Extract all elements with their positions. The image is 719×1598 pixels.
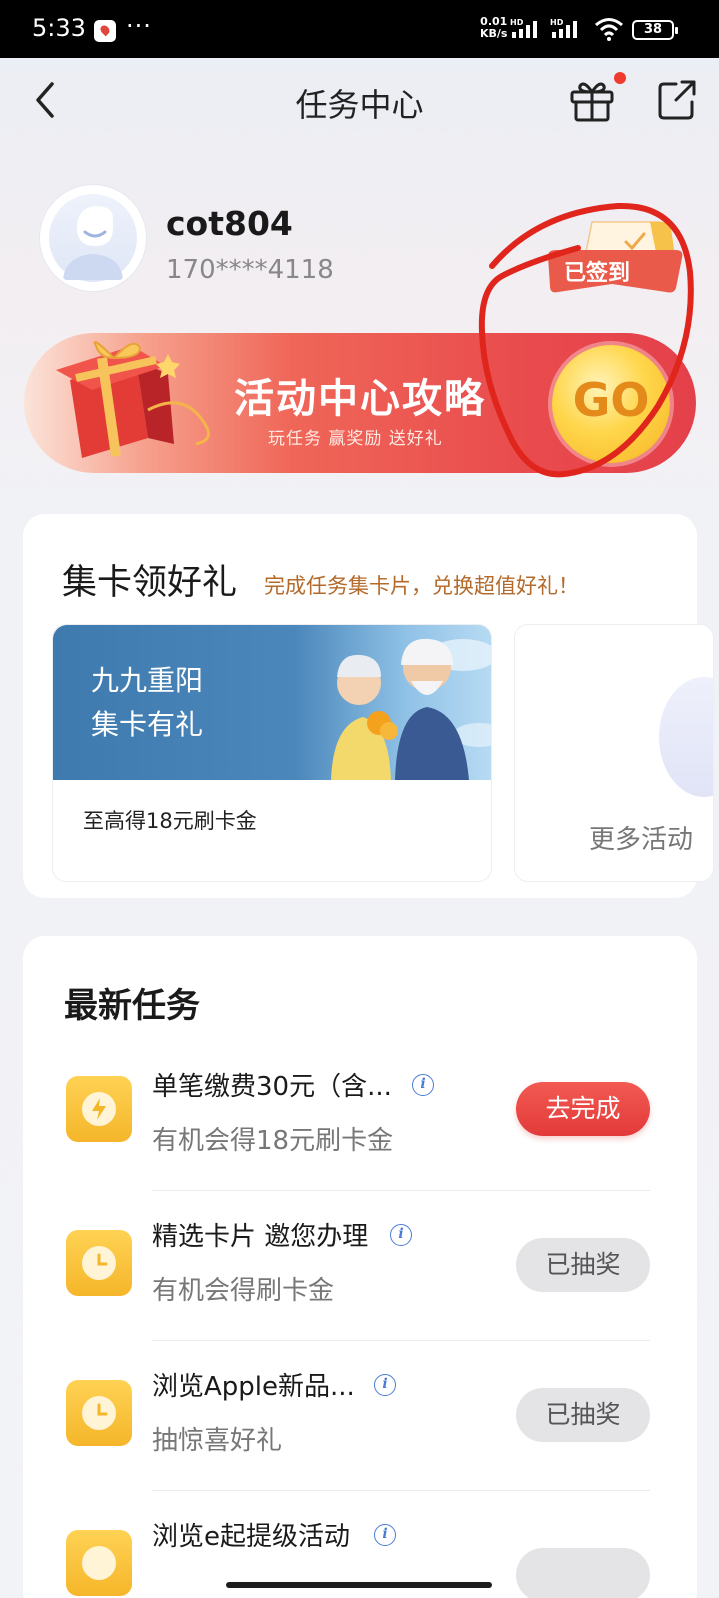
signal-1-icon: HD <box>510 18 537 38</box>
avatar[interactable] <box>40 185 146 291</box>
network-speed: 0.01 KB/s <box>480 16 507 40</box>
promo-title-line2: 集卡有礼 <box>91 708 204 741</box>
banner-go-button[interactable]: GO <box>552 345 670 463</box>
more-notifications-icon: ··· <box>126 12 152 40</box>
username: cot804 <box>166 204 293 243</box>
signal-hd-label-2: HD <box>550 18 564 27</box>
status-bar: 5:33 ··· 0.01 KB/s HD HD 38 <box>0 0 719 58</box>
task-reward: 有机会得18元刷卡金 <box>152 1126 394 1156</box>
info-icon[interactable]: i <box>374 1524 396 1546</box>
more-activities-decoration <box>659 677 713 797</box>
map-app-notification-icon <box>94 20 116 42</box>
task-name: 精选卡片 邀您办理 <box>152 1222 369 1252</box>
user-phone: 170****4118 <box>166 255 334 285</box>
task-drawn-button[interactable] <box>516 1548 650 1598</box>
info-icon[interactable]: i <box>390 1224 412 1246</box>
task-row: 精选卡片 邀您办理 i 有机会得刷卡金 已抽奖 <box>0 1190 719 1340</box>
task-drawn-button[interactable]: 已抽奖 <box>516 1388 650 1442</box>
task-complete-button[interactable]: 去完成 <box>516 1082 650 1136</box>
network-speed-unit: KB/s <box>480 27 508 40</box>
banner-subtitle: 玩任务 赢奖励 送好礼 <box>268 429 443 449</box>
task-icon <box>66 1380 132 1446</box>
wifi-icon <box>595 18 623 41</box>
more-activities-card[interactable]: 更多活动 <box>514 624 714 882</box>
double-ninth-promo-card[interactable]: 九九重阳 集卡有礼 至高得18元刷卡金 <box>52 624 492 882</box>
task-icon <box>66 1076 132 1142</box>
tasks-title: 最新任务 <box>64 986 200 1026</box>
gift-notification-dot <box>614 72 626 84</box>
task-row: 浏览Apple新品... i 抽惊喜好礼 已抽奖 <box>0 1340 719 1490</box>
gift-button[interactable] <box>568 76 616 124</box>
task-reward: 有机会得刷卡金 <box>152 1276 335 1306</box>
gift-box-illustration <box>56 341 210 458</box>
task-icon <box>66 1230 132 1296</box>
elderly-couple-illustration <box>331 638 491 780</box>
task-drawn-button[interactable]: 已抽奖 <box>516 1238 650 1292</box>
more-activities-label: 更多活动 <box>589 825 694 855</box>
bolt-icon <box>92 1098 106 1120</box>
task-name: 单笔缴费30元（含... <box>152 1072 392 1102</box>
task-icon-circle <box>82 1546 116 1580</box>
info-icon[interactable]: i <box>374 1374 396 1396</box>
info-icon[interactable]: i <box>412 1074 434 1096</box>
gift-icon <box>570 82 614 122</box>
share-button[interactable] <box>654 76 700 122</box>
task-name: 浏览e起提级活动 <box>152 1522 350 1552</box>
promo-image: 九九重阳 集卡有礼 <box>53 625 491 780</box>
task-icon <box>66 1530 132 1596</box>
promo-title-line1: 九九重阳 <box>91 664 204 697</box>
promo-description: 至高得18元刷卡金 <box>83 809 257 833</box>
battery-indicator: 38 <box>632 20 678 40</box>
signal-2-icon: HD <box>550 18 577 38</box>
task-reward: 抽惊喜好礼 <box>152 1426 283 1456</box>
clock-icon <box>97 1403 108 1416</box>
home-indicator[interactable] <box>226 1582 492 1588</box>
card-section-title: 集卡领好礼 <box>62 563 238 603</box>
signed-in-label: 已签到 <box>564 260 630 286</box>
share-icon <box>658 80 696 120</box>
go-label: GO <box>572 373 650 427</box>
task-name: 浏览Apple新品... <box>152 1372 355 1402</box>
signed-in-badge[interactable]: 已签到 <box>542 218 687 296</box>
task-row: 单笔缴费30元（含... i 有机会得18元刷卡金 去完成 <box>0 1040 719 1190</box>
banner-title: 活动中心攻略 <box>234 376 486 422</box>
card-section-subtitle: 完成任务集卡片，兑换超值好礼！ <box>264 574 579 598</box>
signal-hd-label: HD <box>510 18 524 27</box>
status-time: 5:33 <box>32 14 86 42</box>
user-silhouette-icon <box>63 206 123 280</box>
clock-icon <box>97 1253 108 1266</box>
